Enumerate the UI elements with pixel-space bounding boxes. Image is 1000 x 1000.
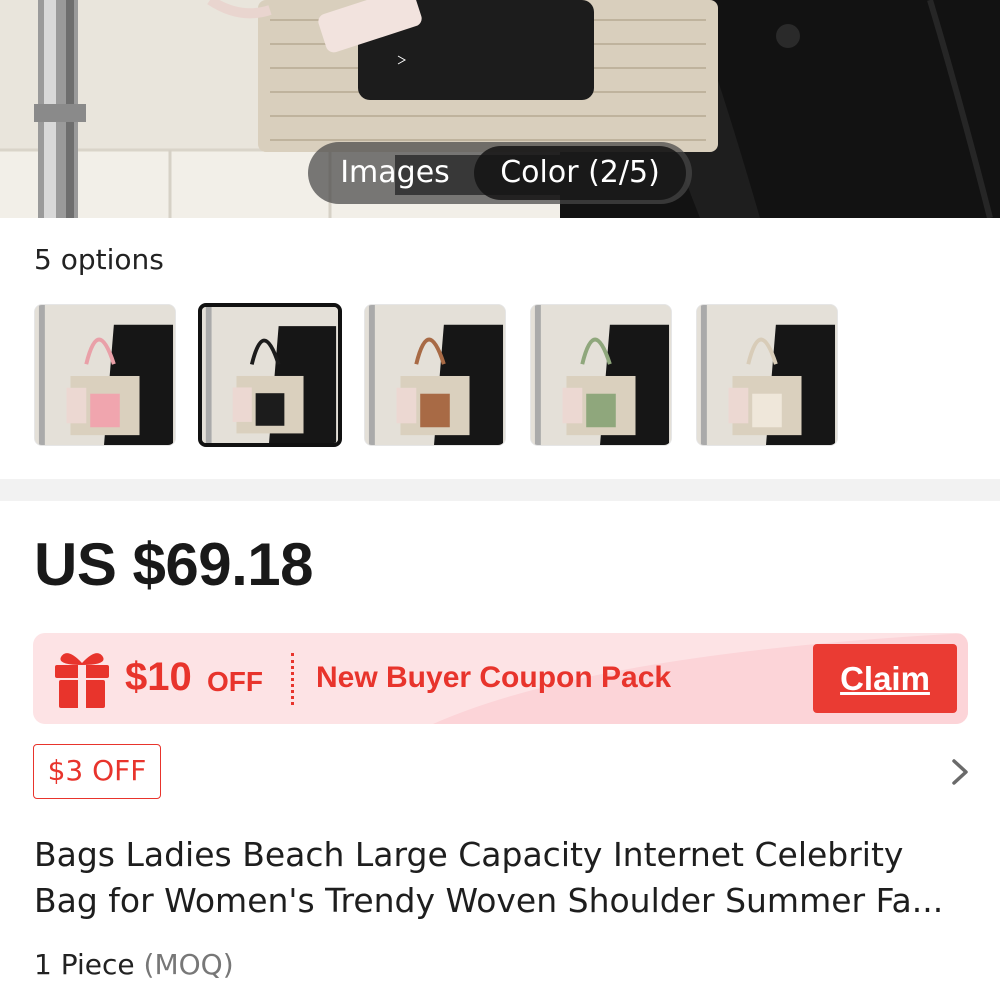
- minimum-order-quantity: 1 Piece (MOQ): [34, 948, 234, 981]
- images-tab[interactable]: Images: [314, 146, 476, 200]
- coupon-banner[interactable]: $10 OFF New Buyer Coupon Pack Claim: [33, 633, 968, 724]
- media-toggle: Images Color (2/5): [308, 142, 692, 204]
- moq-quantity: 1 Piece: [34, 948, 135, 981]
- variant-thumb-4[interactable]: [530, 304, 672, 446]
- coupon-separator: [291, 653, 294, 705]
- chevron-right-icon[interactable]: [945, 757, 975, 787]
- options-count-label: 5 options: [34, 243, 164, 276]
- variant-thumb-1[interactable]: [34, 304, 176, 446]
- variant-thumb-2[interactable]: [198, 303, 342, 447]
- product-title-line-1: Bags Ladies Beach Large Capacity Interne…: [34, 835, 904, 874]
- coupon-off-label: OFF: [207, 666, 263, 697]
- bag-variant-cream-thumbnail-icon: [697, 305, 837, 445]
- gift-icon: [55, 653, 109, 708]
- coupon-amount: $10: [125, 655, 192, 699]
- product-price: US $69.18: [34, 531, 314, 598]
- product-title-line-2: Bag for Women's Trendy Woven Shoulder Su…: [34, 881, 944, 920]
- section-divider: [0, 479, 1000, 501]
- moq-label: (MOQ): [143, 948, 234, 981]
- bag-variant-pink-thumbnail-icon: [35, 305, 175, 445]
- product-hero-image[interactable]: Images Color (2/5): [0, 0, 1000, 218]
- claim-button[interactable]: Claim: [813, 644, 957, 713]
- product-title: Bags Ladies Beach Large Capacity Interne…: [34, 832, 974, 924]
- bag-variant-black-thumbnail-icon: [202, 307, 338, 443]
- color-tab[interactable]: Color (2/5): [474, 146, 686, 200]
- bag-variant-green-thumbnail-icon: [531, 305, 671, 445]
- bag-variant-brown-thumbnail-icon: [365, 305, 505, 445]
- variant-thumb-3[interactable]: [364, 304, 506, 446]
- discount-tag[interactable]: $3 OFF: [33, 744, 161, 799]
- coupon-description: New Buyer Coupon Pack: [316, 661, 672, 694]
- variant-thumb-5[interactable]: [696, 304, 838, 446]
